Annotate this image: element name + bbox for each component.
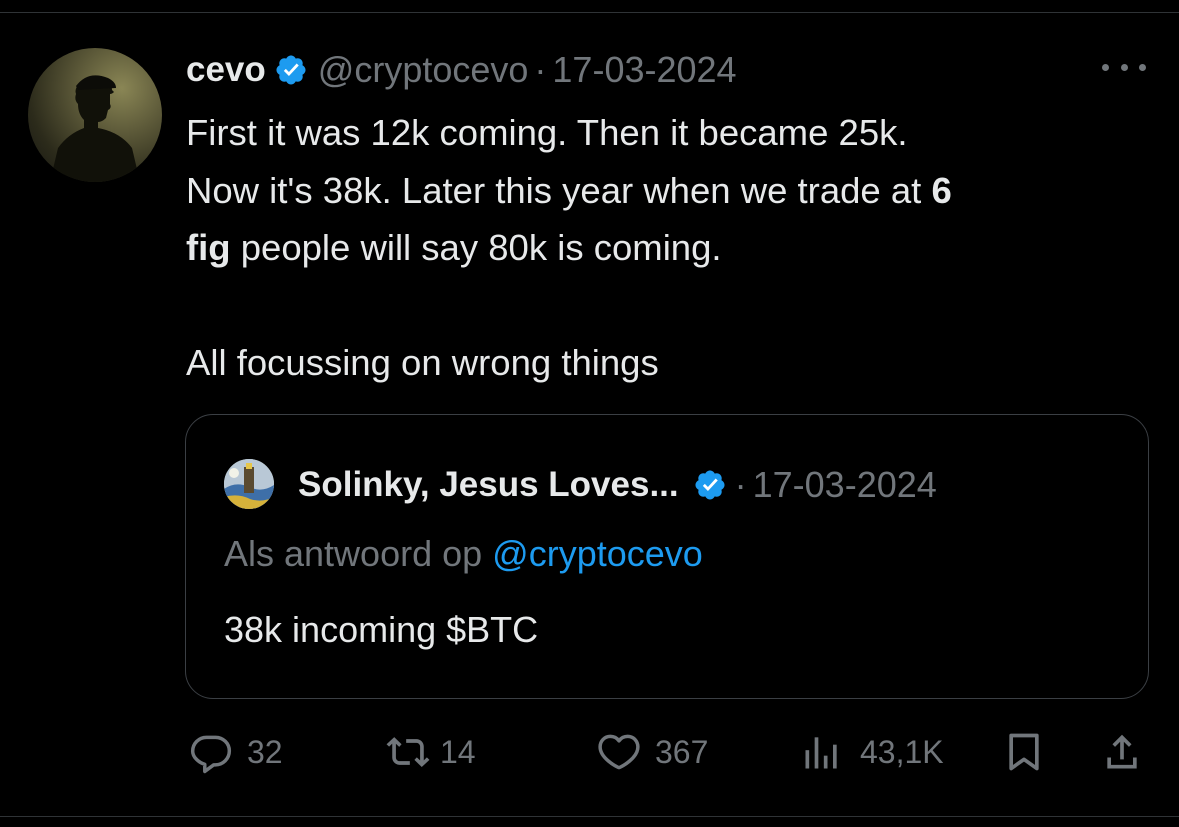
share-button[interactable] xyxy=(1100,730,1144,774)
more-options-icon[interactable] xyxy=(1102,56,1146,78)
author-avatar[interactable] xyxy=(28,48,162,182)
views-chart-icon xyxy=(805,737,837,769)
quoted-author-avatar xyxy=(224,459,274,509)
views-count: 43,1K xyxy=(860,733,944,770)
author-handle[interactable]: @cryptocevo xyxy=(318,49,529,91)
reply-prefix: Als antwoord op xyxy=(224,533,493,574)
author-display-name[interactable]: cevo xyxy=(186,50,266,90)
header-separator: · xyxy=(534,49,547,90)
quoted-author-name[interactable]: Solinky, Jesus Loves... xyxy=(298,465,679,505)
tweet-header: cevo @cryptocevo · 17-03-2024 xyxy=(186,49,737,91)
avatar-silhouette-icon xyxy=(50,75,140,182)
quoted-avatar-image-icon xyxy=(224,459,274,509)
tweet-text-line: fig people will say 80k is coming. xyxy=(186,227,722,268)
reply-mention-link[interactable]: @cryptocevo xyxy=(492,533,703,574)
quoted-header-separator: · xyxy=(734,464,747,505)
tweet-action-bar: 32 14 367 43,1K xyxy=(0,722,1179,782)
like-button[interactable]: 367 xyxy=(597,730,708,774)
reply-count: 32 xyxy=(247,733,283,770)
tweet-date[interactable]: 17-03-2024 xyxy=(552,49,736,91)
reply-icon xyxy=(190,735,232,774)
reply-button[interactable]: 32 xyxy=(189,730,283,774)
bookmark-icon xyxy=(1009,733,1039,771)
verified-badge-icon xyxy=(276,55,306,85)
repost-icon xyxy=(386,737,430,768)
heart-icon xyxy=(598,734,640,770)
share-icon xyxy=(1107,734,1137,769)
tweet-text: First it was 12k coming. Then it became … xyxy=(186,104,1161,392)
quoted-tweet-date[interactable]: 17-03-2024 xyxy=(753,464,937,506)
quoted-tweet-card[interactable]: Solinky, Jesus Loves... · 17-03-2024 Als… xyxy=(185,414,1149,699)
quoted-tweet-header: Solinky, Jesus Loves... · 17-03-2024 xyxy=(298,459,937,511)
repost-button[interactable]: 14 xyxy=(386,730,476,774)
tweet-text-line: All focussing on wrong things xyxy=(186,342,659,383)
bookmark-button[interactable] xyxy=(1002,730,1046,774)
views-button[interactable]: 43,1K xyxy=(800,730,944,774)
repost-count: 14 xyxy=(440,733,476,770)
top-divider xyxy=(0,12,1179,13)
verified-badge-icon xyxy=(695,470,725,500)
bottom-divider xyxy=(0,816,1179,817)
tweet-text-line: Now it's 38k. Later this year when we tr… xyxy=(186,169,952,211)
quoted-tweet-text: 38k incoming $BTC xyxy=(224,609,539,650)
tweet-text-line: First it was 12k coming. Then it became … xyxy=(186,112,908,153)
reply-context: Als antwoord op @cryptocevo xyxy=(224,533,703,575)
like-count: 367 xyxy=(655,733,709,770)
